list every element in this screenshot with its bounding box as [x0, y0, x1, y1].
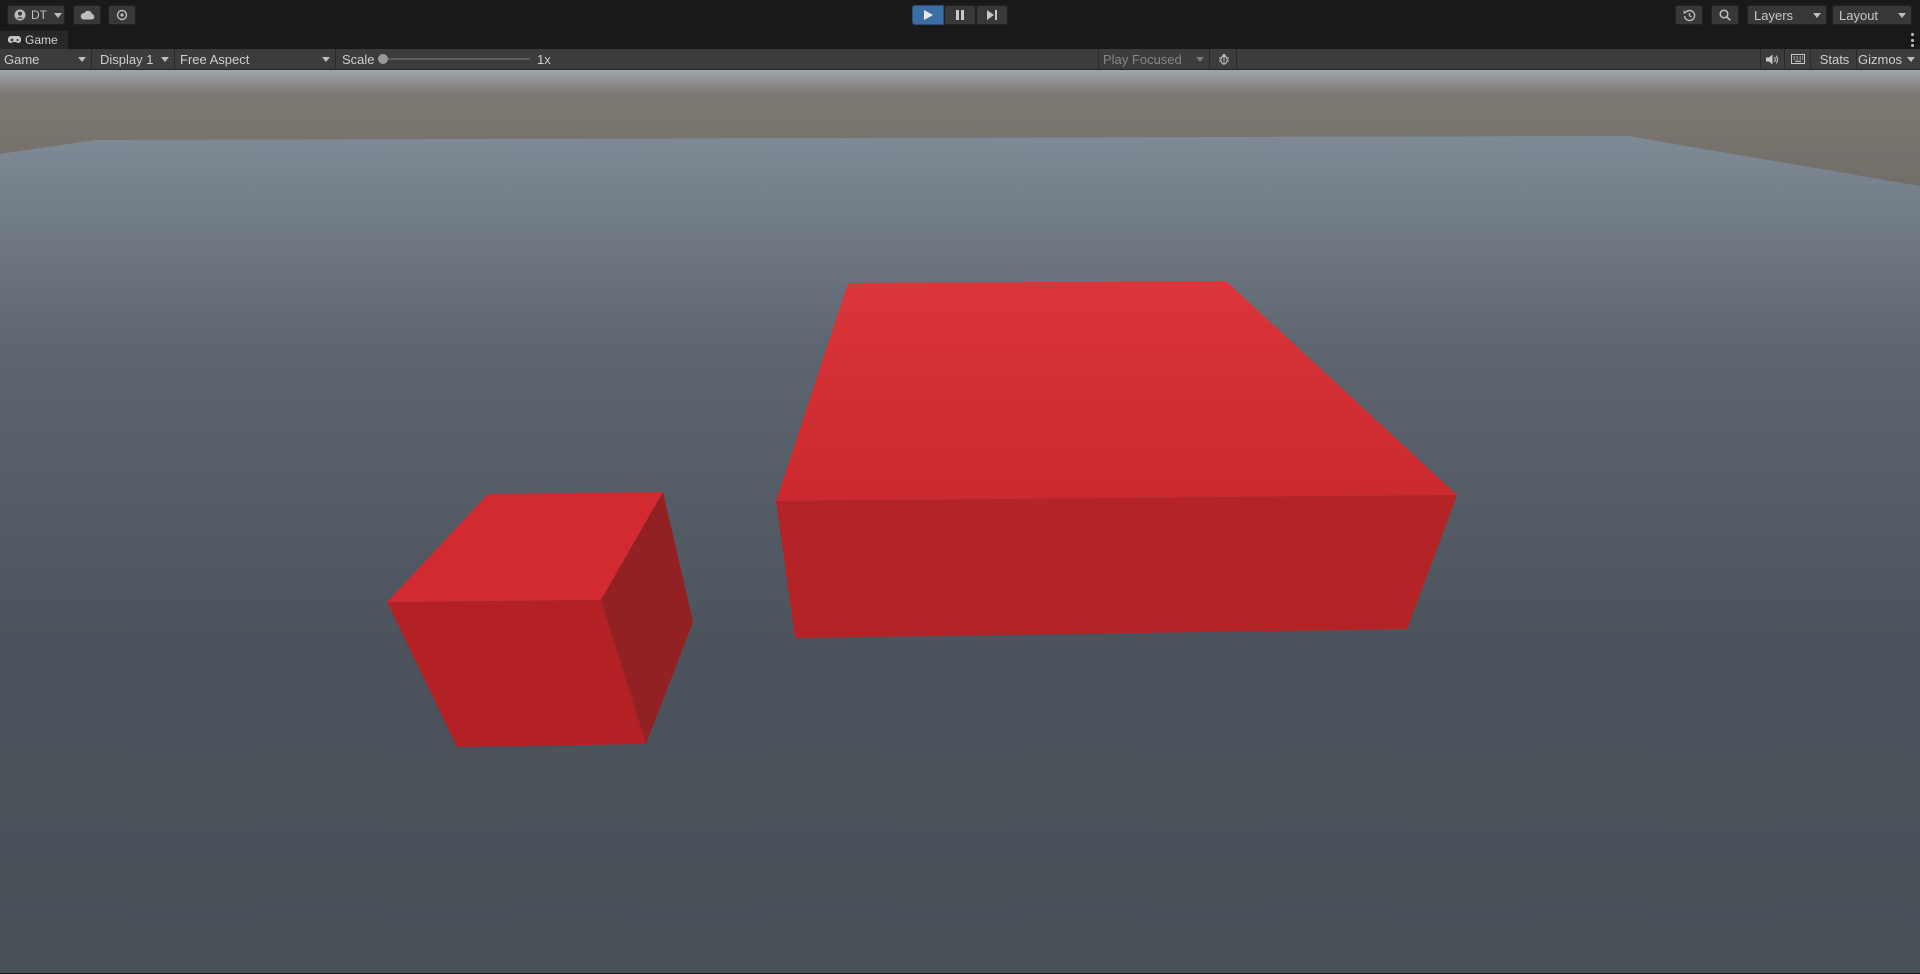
collab-icon — [116, 9, 128, 21]
layers-label: Layers — [1754, 7, 1794, 23]
scale-value: 1x — [537, 52, 551, 67]
chevron-down-icon — [322, 57, 330, 62]
game-viewport[interactable] — [0, 70, 1920, 973]
bug-icon — [1219, 54, 1229, 65]
chevron-down-icon — [1196, 57, 1204, 62]
chevron-down-icon — [78, 57, 86, 62]
playback-controls — [912, 5, 1008, 25]
pause-icon — [956, 10, 964, 20]
cloud-button[interactable] — [73, 5, 101, 25]
tab-title: Game — [25, 33, 58, 47]
undo-history-button[interactable] — [1675, 5, 1703, 25]
layers-dropdown[interactable]: Layers — [1747, 5, 1827, 25]
account-label: DT — [31, 8, 47, 22]
aspect-label: Free Aspect — [180, 51, 250, 67]
mute-audio-button[interactable] — [1760, 49, 1785, 69]
frame-debugger-button[interactable] — [1212, 49, 1237, 69]
kebab-menu-icon[interactable] — [1910, 33, 1914, 47]
tab-game[interactable]: Game — [0, 31, 68, 49]
keyboard-icon — [1791, 54, 1805, 64]
display-label: Display 1 — [100, 51, 154, 67]
scale-label: Scale — [342, 51, 375, 67]
scale-slider-track[interactable] — [382, 58, 530, 60]
gamepad-icon — [8, 36, 21, 43]
chevron-down-icon — [161, 57, 169, 62]
audio-icon — [1766, 54, 1778, 64]
view-mode-label: Game — [4, 51, 40, 67]
account-icon — [14, 9, 26, 21]
gizmos-dropdown[interactable]: Gizmos — [1857, 49, 1920, 69]
main-toolbar: DT Layers Layout — [0, 0, 1920, 30]
window-tab-strip: Game — [0, 30, 1920, 49]
stats-toggle[interactable]: Stats — [1813, 49, 1857, 69]
chevron-down-icon — [1813, 13, 1821, 18]
chevron-down-icon — [1898, 13, 1906, 18]
scale-slider-thumb[interactable] — [378, 54, 388, 64]
play-button[interactable] — [912, 5, 944, 25]
play-mode-dropdown[interactable]: Play Focused — [1098, 49, 1210, 69]
search-button[interactable] — [1711, 5, 1739, 25]
cloud-icon — [80, 10, 94, 20]
layout-label: Layout — [1839, 7, 1879, 23]
aspect-dropdown[interactable]: Free Aspect — [176, 49, 336, 69]
scale-control: Scale 1x — [338, 49, 558, 69]
large-box-front — [776, 495, 1457, 638]
collab-button[interactable] — [108, 5, 136, 25]
history-icon — [1683, 9, 1695, 21]
game-view-toolbar: Game Display 1 Free Aspect Scale 1x Play… — [0, 49, 1920, 70]
gizmos-label: Gizmos — [1858, 51, 1903, 67]
display-dropdown[interactable]: Display 1 — [95, 49, 175, 69]
play-mode-label: Play Focused — [1103, 51, 1182, 67]
step-button[interactable] — [976, 5, 1008, 25]
view-mode-dropdown[interactable]: Game — [0, 49, 92, 69]
layout-dropdown[interactable]: Layout — [1832, 5, 1912, 25]
stats-label: Stats — [1819, 51, 1850, 67]
pause-button[interactable] — [944, 5, 976, 25]
step-icon — [987, 10, 997, 20]
play-icon — [923, 10, 933, 20]
chevron-down-icon — [54, 12, 62, 18]
scene-render — [0, 70, 1920, 973]
chevron-down-icon — [1907, 57, 1915, 62]
shortcuts-button[interactable] — [1786, 49, 1811, 69]
account-dropdown[interactable]: DT — [7, 5, 65, 25]
search-icon — [1719, 9, 1731, 21]
